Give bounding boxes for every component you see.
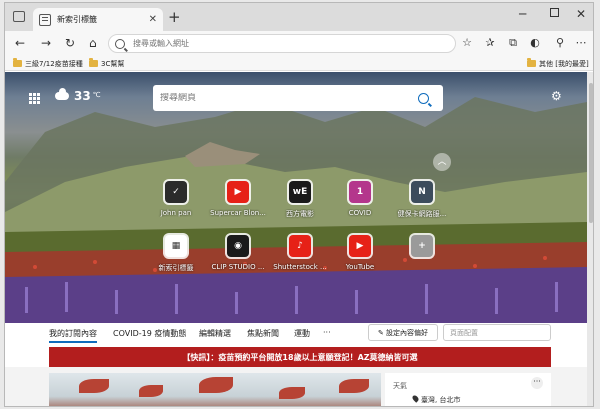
tab-sports[interactable]: 運動 <box>294 328 310 339</box>
weather-temperature: 33 <box>74 89 91 103</box>
tab-my-feed[interactable]: 我的訂閱內容 <box>49 328 97 343</box>
page-layout-dropdown[interactable]: 頁面配置 <box>443 324 551 341</box>
quick-link[interactable]: 1 COVID <box>327 181 393 217</box>
minimize-button[interactable]: ─ <box>519 7 526 21</box>
quick-link-tile-icon: ▶ <box>227 181 249 203</box>
tab-new-tab[interactable]: 新索引標籤 ✕ <box>33 8 163 31</box>
quick-link-label: YouTube <box>345 263 375 271</box>
home-button[interactable]: ⌂ <box>89 35 97 51</box>
feed-navigation: 我的訂閱內容 COVID-19 疫情動態 編輯精選 焦點新聞 運動 ··· ✎ … <box>5 323 587 345</box>
favorites-icon[interactable]: ✰ <box>484 37 496 49</box>
personalize-button[interactable]: ✎ 設定內容偏好 <box>368 324 438 341</box>
quick-link[interactable]: ▦ 新索引標籤 <box>143 235 209 273</box>
quick-link-tile-icon: ✓ <box>165 181 187 203</box>
page-scrollbar-thumb[interactable] <box>589 83 593 223</box>
quick-link[interactable]: ▶ Supercar Blon... <box>205 181 271 217</box>
quick-link-label: John pan <box>160 209 192 217</box>
quick-link-tile-icon: ▦ <box>165 235 187 257</box>
news-card-image[interactable] <box>49 373 381 406</box>
more-tabs-button[interactable]: ··· <box>323 328 331 337</box>
tab-top-stories[interactable]: 焦點新聞 <box>247 328 279 339</box>
web-search-box[interactable] <box>153 85 443 111</box>
browser-window: 新索引標籤 ✕ + ─ ✕ ← → ↻ ⌂ ☆ ✰ ⧉ ◐ ⚲ ⋯ 三級7/12… <box>4 2 594 407</box>
address-input[interactable] <box>133 39 413 48</box>
profile-avatar-icon[interactable]: ◐ <box>529 37 541 49</box>
tab-title: 新索引標籤 <box>57 15 97 24</box>
back-button[interactable]: ← <box>15 35 25 51</box>
weather-card-location: 臺灣, 台北市 <box>421 396 461 404</box>
favorite-star-icon[interactable]: ☆ <box>461 37 473 49</box>
favorites-bar: 三級7/12疫苗接種 3C幫幫 其他 [我的最愛] <box>5 57 593 71</box>
quick-link[interactable]: ♪ Shutterstock ... <box>267 235 333 271</box>
quick-link-label: 健保卡網路服... <box>397 210 447 218</box>
quick-link[interactable]: ✓ John pan <box>143 181 209 217</box>
tab-covid-19[interactable]: COVID-19 疫情動態 <box>113 328 186 339</box>
gear-icon[interactable]: ⚙ <box>551 89 562 103</box>
breaking-news-banner[interactable]: 【快訊】：疫苗預約平台開放18歲以上意願登記！AZ莫德納皆可選 <box>49 347 551 367</box>
title-bar: 新索引標籤 ✕ + ─ ✕ <box>5 3 593 31</box>
close-window-button[interactable]: ✕ <box>576 7 586 21</box>
quick-link[interactable]: ◉ CLIP STUDIO ... <box>205 235 271 271</box>
quick-link-label: 新索引標籤 <box>158 264 194 272</box>
tab-close-icon[interactable]: ✕ <box>149 14 157 25</box>
new-tab-favicon-icon <box>39 13 51 26</box>
refresh-button[interactable]: ↻ <box>65 35 75 51</box>
quick-link-label: Supercar Blon... <box>210 209 266 217</box>
plus-icon: + <box>411 235 433 257</box>
quick-link-label: CLIP STUDIO ... <box>211 263 265 271</box>
more-options-icon[interactable]: ··· <box>531 377 543 389</box>
bookmark-label: 3C幫幫 <box>101 59 125 68</box>
forward-button[interactable]: → <box>41 35 51 51</box>
quick-link-label: COVID <box>348 209 372 217</box>
other-favorites-label: 其他 [我的最愛] <box>539 59 589 68</box>
quick-link-tile-icon: wE <box>289 181 311 203</box>
quick-link[interactable]: ▶ YouTube <box>327 235 393 271</box>
quick-link-tile-icon: ♪ <box>289 235 311 257</box>
folder-icon <box>13 58 22 67</box>
address-bar[interactable] <box>108 34 456 53</box>
search-icon[interactable] <box>418 92 429 104</box>
collapse-chevron-up-icon[interactable]: ︿ <box>433 153 451 171</box>
new-tab-button[interactable]: + <box>168 9 181 25</box>
bookmark-label: 三級7/12疫苗接種 <box>25 59 83 68</box>
bookmark-folder[interactable]: 三級7/12疫苗接種 <box>13 57 83 70</box>
quick-link-tile-icon: 1 <box>349 181 371 203</box>
folder-icon <box>527 58 536 67</box>
navigation-toolbar: ← → ↻ ⌂ ☆ ✰ ⧉ ◐ ⚲ ⋯ <box>5 31 593 57</box>
bookmark-folder[interactable]: 3C幫幫 <box>89 57 124 70</box>
add-quick-link-button[interactable]: + <box>389 235 455 263</box>
location-pin-icon <box>411 394 420 403</box>
weather-widget[interactable]: 33 ℃ <box>55 88 101 103</box>
web-search-input[interactable] <box>160 93 418 103</box>
quick-link[interactable]: N 健保卡網路服... <box>389 181 455 219</box>
cloud-icon <box>55 88 69 100</box>
tab-editors-picks[interactable]: 編輯精選 <box>199 328 231 339</box>
more-menu-icon[interactable]: ⋯ <box>575 37 587 49</box>
folder-icon <box>89 58 98 67</box>
weather-unit: ℃ <box>92 90 101 99</box>
weather-card-title: 天氣 <box>393 382 407 390</box>
quick-link-label: Shutterstock ... <box>273 263 327 271</box>
search-icon <box>115 38 125 49</box>
quick-link-label: 西方電影 <box>286 210 314 218</box>
tab-actions-icon[interactable] <box>13 11 25 22</box>
weather-card[interactable]: 天氣 ··· 臺灣, 台北市 <box>385 373 551 406</box>
extensions-icon[interactable]: ⚲ <box>554 37 566 49</box>
quick-link[interactable]: wE 西方電影 <box>267 181 333 219</box>
app-launcher-icon[interactable] <box>29 93 40 104</box>
other-favorites-folder[interactable]: 其他 [我的最愛] <box>527 57 589 70</box>
quick-link-tile-icon: N <box>411 181 433 203</box>
maximize-button[interactable] <box>550 8 559 17</box>
collections-icon[interactable]: ⧉ <box>507 37 519 49</box>
quick-link-tile-icon: ◉ <box>227 235 249 257</box>
quick-link-tile-icon: ▶ <box>349 235 371 257</box>
